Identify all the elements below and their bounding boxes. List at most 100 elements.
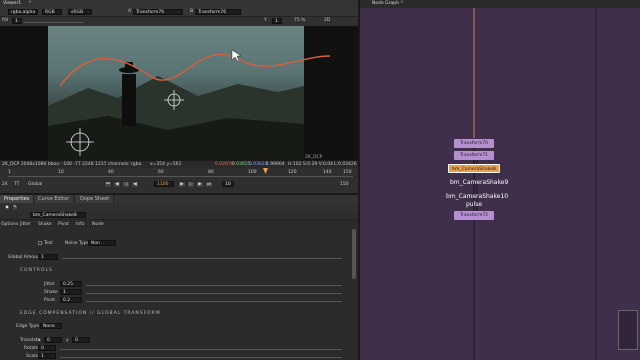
node-graph-tab[interactable]: Node Graph [372, 1, 399, 6]
subtab-info[interactable]: Info [76, 222, 85, 227]
rotate-slider[interactable] [60, 345, 342, 350]
next-frame-button[interactable]: ▷ [187, 181, 195, 188]
node-header: bm_CameraShake8 [0, 211, 358, 220]
lock-icon[interactable]: ▪ [4, 204, 10, 211]
y-label: Y [264, 18, 267, 23]
node-bm-camerashake8[interactable]: bm_CameraShake8 [448, 164, 500, 173]
tick-label: 1 [8, 170, 11, 175]
subtab-shake[interactable]: Shake [38, 222, 52, 227]
zoom-label[interactable]: 75.% [294, 18, 305, 23]
timeline[interactable]: 1 10 40 60 80 100 120 140 150 24 TT Glob… [0, 168, 358, 193]
node-transform71[interactable]: Transform71 [454, 151, 494, 160]
test-checkbox[interactable] [38, 241, 42, 245]
gain-slider[interactable] [24, 18, 84, 23]
global-label[interactable]: Global [28, 182, 42, 187]
colorspace-select[interactable]: sRGB [68, 9, 92, 15]
gain-field[interactable]: 1 [12, 18, 22, 24]
input-b-select[interactable]: Transform76 [195, 9, 241, 15]
test-label: Test [44, 241, 53, 246]
shake-field[interactable]: 1 [60, 289, 82, 295]
jitter-label: Jitter [44, 282, 55, 287]
tab-dope-sheet[interactable]: Dope Sheet [76, 195, 115, 203]
go-end-button[interactable]: ⏭ [205, 181, 213, 188]
subtab-node[interactable]: Node [92, 222, 104, 227]
properties-scrollbar[interactable] [352, 229, 356, 279]
node-graph-canvas[interactable]: Transform70 Transform71 bm_CameraShake8 … [360, 8, 640, 360]
gamma-field[interactable]: 1 [272, 18, 282, 24]
prev-key-button[interactable]: ◀ [113, 181, 121, 188]
tab-properties[interactable]: Properties [0, 195, 35, 203]
subtab-pivot[interactable]: Pivot [58, 222, 69, 227]
current-frame-field[interactable]: 1100 [154, 181, 174, 187]
options-label[interactable]: Options [1, 222, 18, 227]
input-b-prefix: B [190, 9, 194, 14]
scale-field[interactable]: 1 [38, 353, 56, 359]
properties-tabbar: Properties Curve Editor Dope Sheet [0, 195, 358, 203]
properties-toolbar: ▪ ✎ [0, 203, 358, 211]
hsv-readout: H:102 S:0.29 V:0.04 [288, 162, 333, 167]
fps-label[interactable]: 24 [2, 182, 8, 187]
translate-y-field[interactable]: 0 [72, 337, 90, 343]
channel-select[interactable]: rgba.alpha [8, 9, 38, 15]
space-select[interactable]: RGB [42, 9, 62, 15]
step-field[interactable]: 10 [222, 181, 234, 187]
viewer-tab[interactable]: Viewer1 [3, 1, 21, 6]
tick-label: 120 [288, 170, 297, 175]
rotate-field[interactable]: 0 [38, 345, 56, 351]
tick-label: 10 [58, 170, 64, 175]
pixel-r: 0.02676 [215, 162, 234, 167]
view-mode-label[interactable]: 2D [324, 18, 330, 23]
prev-frame-button[interactable]: ◁ [122, 181, 130, 188]
go-start-button[interactable]: ⏮ [104, 181, 112, 188]
viewer-status-bar: 2K_DCP 2048x1080 bbox: -100 -77 2248 123… [0, 160, 358, 168]
playhead[interactable] [263, 168, 268, 174]
tick-label: 60 [158, 170, 164, 175]
noise-type-label: Noise Type [65, 241, 90, 246]
node-graph-titlebar: Node Graph × [360, 0, 640, 8]
format-status: 2K_DCP 2048x1080 bbox: -100 -77 2248 123… [2, 162, 142, 167]
edge-type-select[interactable]: None [40, 323, 62, 329]
node-transform70[interactable]: Transform70 [454, 139, 494, 148]
play-button[interactable]: ▶ [178, 181, 186, 188]
viewer-canvas[interactable]: 2K_DCP [0, 26, 358, 160]
pixel-a: 1.99904 [266, 162, 285, 167]
play-back-button[interactable]: ◀ [131, 181, 139, 188]
luma-readout: L:0.03426 [334, 162, 357, 167]
viewer-close-icon[interactable]: × [28, 0, 32, 5]
jitter-slider[interactable] [86, 281, 342, 286]
properties-panel: Properties Curve Editor Dope Sheet ▪ ✎ b… [0, 193, 358, 360]
pivot-field[interactable]: 0.2 [60, 297, 82, 303]
viewer-title-bar: Viewer1 × [0, 0, 358, 7]
scale-slider[interactable] [60, 353, 342, 358]
tt-label[interactable]: TT [14, 182, 19, 187]
tab-curve-editor[interactable]: Curve Editor [34, 195, 75, 203]
node-name-field[interactable]: bm_CameraShake8 [30, 212, 86, 218]
node-transform72[interactable]: Transform72 [454, 211, 494, 220]
node-graph-minimap[interactable] [618, 310, 638, 350]
node-bm-camerashake10[interactable]: bm_CameraShake10 [446, 193, 508, 200]
pivot-slider[interactable] [86, 297, 342, 302]
input-a-select[interactable]: Transform76 [133, 9, 183, 15]
input-a-prefix: A [128, 9, 132, 14]
global-amount-label: Global Amount [8, 255, 42, 260]
end-frame-label[interactable]: 150 [340, 182, 349, 187]
edit-icon[interactable]: ✎ [12, 204, 18, 211]
next-key-button[interactable]: ▶ [196, 181, 204, 188]
global-amount-field[interactable]: 1 [38, 254, 58, 260]
noise-type-select[interactable]: Non [88, 240, 116, 246]
tick-label: 40 [108, 170, 114, 175]
node-graph-close-icon[interactable]: × [400, 0, 404, 5]
translate-x-field[interactable]: 0 [44, 337, 62, 343]
timeline-ruler[interactable]: 1 10 40 60 80 100 120 140 150 [8, 168, 353, 177]
pixel-b: 0.03624 [249, 162, 268, 167]
coords-readout: x=354 y=561 [150, 162, 182, 167]
tick-label: 150 [343, 170, 352, 175]
bezier-overlay[interactable]: 2K_DCP [0, 26, 358, 160]
shake-slider[interactable] [86, 289, 342, 294]
node-pulse[interactable]: pulse [466, 201, 482, 208]
subtab-jitter[interactable]: Jitter [20, 222, 31, 227]
global-amount-slider[interactable] [62, 254, 342, 259]
controls-header: CONTROLS [20, 268, 53, 273]
node-bm-camerashake9[interactable]: bm_CameraShake9 [450, 179, 508, 186]
jitter-field[interactable]: 0.25 [60, 281, 82, 287]
